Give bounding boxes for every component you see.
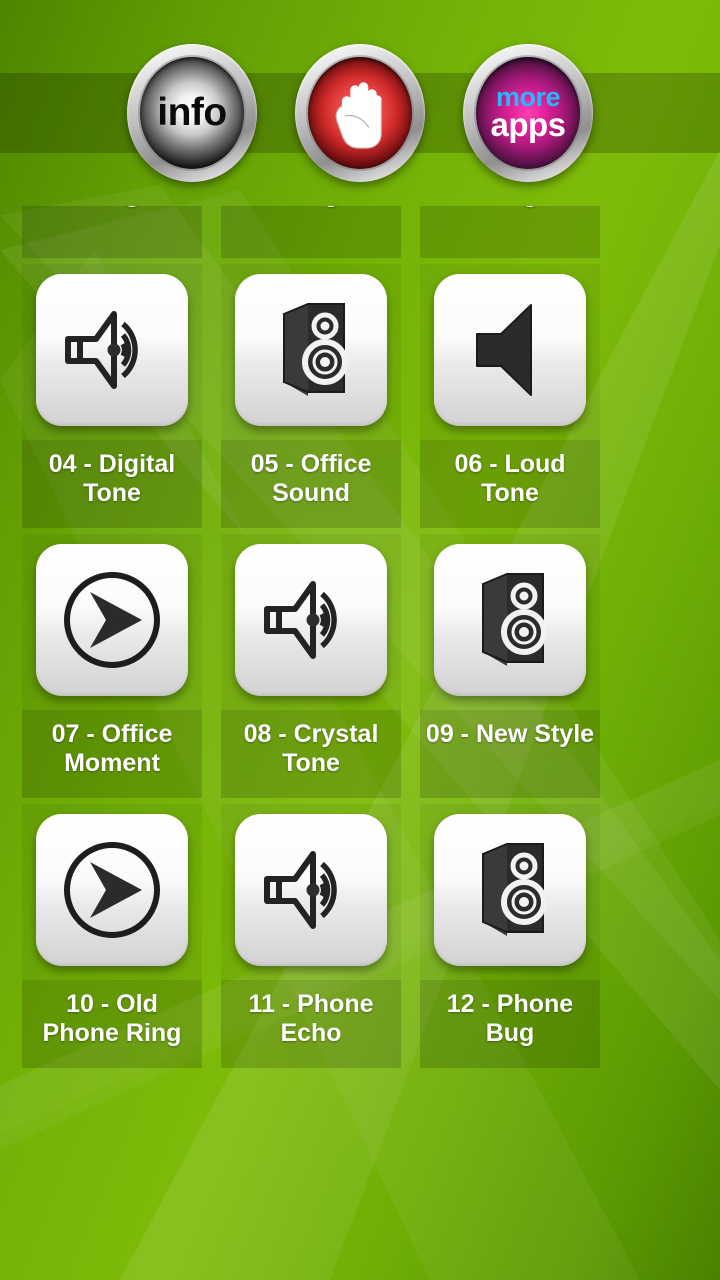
sound-grid: Ring Ring Ring xyxy=(0,206,720,1068)
list-item[interactable]: 06 - Loud Tone xyxy=(420,264,600,528)
sound-tile[interactable] xyxy=(235,544,387,696)
list-item[interactable]: Ring xyxy=(22,206,202,258)
stop-hand-button-face xyxy=(308,56,412,169)
sound-tile[interactable] xyxy=(36,814,188,966)
play-arrow-circle-icon xyxy=(64,842,160,938)
sound-tile[interactable] xyxy=(36,274,188,426)
top-button-bar: info more apps xyxy=(0,40,720,185)
list-item[interactable]: 04 - Digital Tone xyxy=(22,264,202,528)
sound-label: 11 - Phone Echo xyxy=(221,980,401,1068)
more-apps-label: more apps xyxy=(490,83,566,143)
app-root: info more apps 04 - Digital Tone 05 - Of… xyxy=(0,0,720,1280)
list-item[interactable]: 10 - Old Phone Ring xyxy=(22,804,202,1068)
list-item[interactable]: 09 - New Style xyxy=(420,534,600,798)
list-item[interactable]: 11 - Phone Echo xyxy=(221,804,401,1068)
speaker-box-icon xyxy=(482,843,547,936)
sound-label: 04 - Digital Tone xyxy=(22,440,202,528)
list-item[interactable]: 08 - Crystal Tone xyxy=(221,534,401,798)
list-item[interactable]: 12 - Phone Bug xyxy=(420,804,600,1068)
speaker-waves-outline-icon xyxy=(264,851,337,929)
hand-icon xyxy=(335,81,382,149)
sound-tile[interactable] xyxy=(434,544,586,696)
speaker-waves-outline-icon xyxy=(65,311,138,389)
more-apps-button[interactable]: more apps xyxy=(463,43,593,182)
sound-label: 07 - Office Moment xyxy=(22,710,202,798)
more-apps-button-face: more apps xyxy=(476,56,580,169)
sound-label: Ring xyxy=(221,206,401,258)
sound-tile[interactable] xyxy=(434,274,586,426)
list-item[interactable]: Ring xyxy=(221,206,401,258)
speaker-box-icon xyxy=(482,573,547,666)
sound-label: 10 - Old Phone Ring xyxy=(22,980,202,1068)
info-label: info xyxy=(157,91,227,134)
play-arrow-circle-icon xyxy=(64,572,160,668)
sound-label: 06 - Loud Tone xyxy=(420,440,600,528)
list-item[interactable]: Ring xyxy=(420,206,600,258)
sound-label: 09 - New Style xyxy=(420,710,600,798)
sound-label: 05 - Office Sound xyxy=(221,440,401,528)
list-item[interactable]: 05 - Office Sound xyxy=(221,264,401,528)
sound-tile[interactable] xyxy=(434,814,586,966)
speaker-waves-outline-icon xyxy=(264,581,337,659)
speaker-box-icon xyxy=(283,303,348,396)
list-item[interactable]: 07 - Office Moment xyxy=(22,534,202,798)
speaker-solid-icon xyxy=(476,304,532,396)
stop-hand-button[interactable] xyxy=(295,43,425,182)
info-button[interactable]: info xyxy=(127,43,257,182)
sound-tile[interactable] xyxy=(235,274,387,426)
sound-label: 12 - Phone Bug xyxy=(420,980,600,1068)
sound-tile[interactable] xyxy=(235,814,387,966)
more-apps-label-line2: apps xyxy=(490,105,566,143)
info-button-face: info xyxy=(140,56,244,169)
sound-label: Ring xyxy=(22,206,202,258)
sound-label: 08 - Crystal Tone xyxy=(221,710,401,798)
sound-tile[interactable] xyxy=(36,544,188,696)
sound-label: Ring xyxy=(420,206,600,258)
